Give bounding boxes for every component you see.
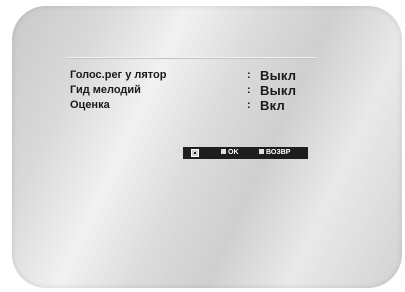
menu-item-label: Оценка [70,99,110,111]
ok-label: OK [228,149,239,156]
menu-item-value: Выкл [260,83,297,98]
ok-hint: OK [221,147,239,159]
menu-item-score[interactable]: Оценка : Вкл [70,98,310,113]
menu-item-value: Вкл [260,98,285,113]
menu-item-separator: : [247,69,251,81]
help-bar: OK ВОЗВР [183,147,308,159]
menu-item-value: Выкл [260,68,297,83]
menu-item-voice-regulator[interactable]: Голос.рег у лятор : Выкл [70,68,310,83]
return-key-icon [259,149,264,154]
back-label: ВОЗВР [266,149,291,156]
menu-item-label: Голос.рег у лятор [70,69,167,81]
navigation-pad-icon [191,149,199,157]
osd-menu-panel: Голос.рег у лятор : Выкл Гид мелодий : В… [66,44,316,166]
menu-item-separator: : [247,84,251,96]
tv-screen: Голос.рег у лятор : Выкл Гид мелодий : В… [12,6,402,288]
menu-item-melody-guide[interactable]: Гид мелодий : Выкл [70,83,310,98]
enter-key-icon [221,149,226,154]
back-hint: ВОЗВР [259,147,290,159]
menu-item-label: Гид мелодий [70,84,141,96]
menu-item-separator: : [247,99,251,111]
menu-divider [66,57,316,58]
